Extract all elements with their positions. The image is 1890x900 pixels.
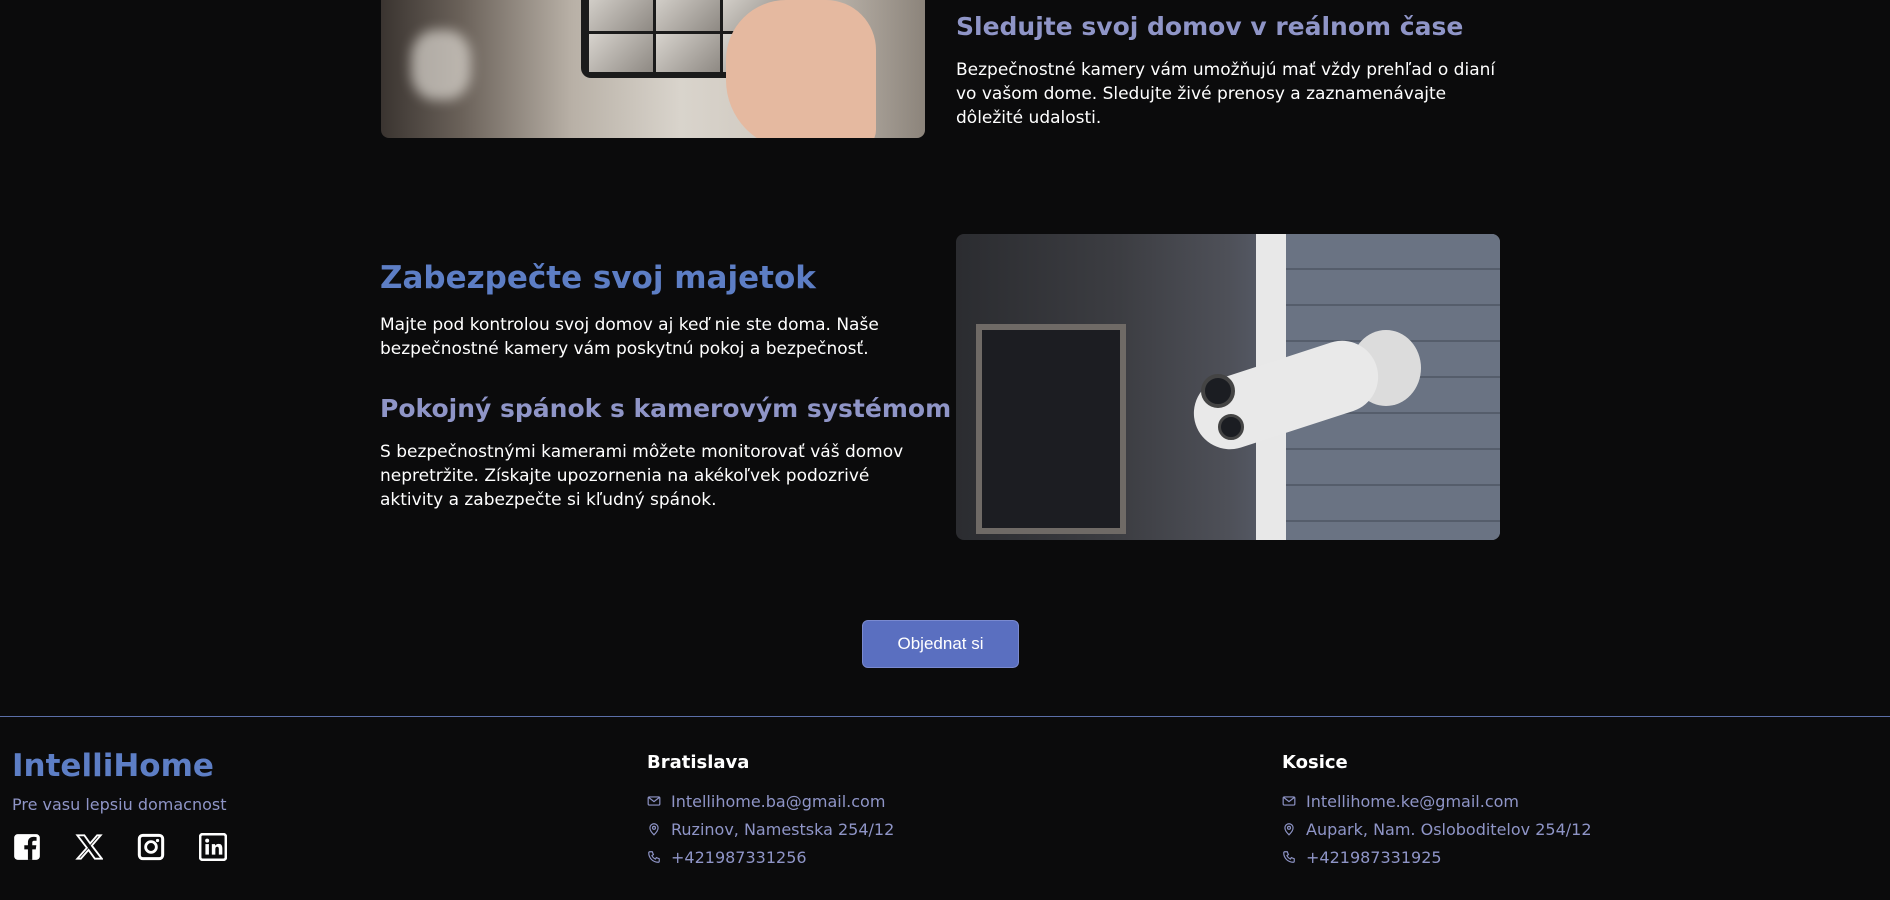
phone-icon (648, 851, 660, 863)
instagram-icon[interactable] (137, 833, 165, 861)
section-live-text: Bezpečnostné kamery vám umožňujú mať vžd… (956, 60, 1496, 128)
office-email[interactable]: Intellihome.ke@gmail.com (1306, 792, 1519, 811)
facebook-icon[interactable] (13, 833, 41, 861)
office-kosice: Kosice Intellihome.ke@gmail.com Aupark, … (1282, 752, 1592, 871)
location-pin-icon (1284, 823, 1294, 836)
phone-icon (1283, 851, 1295, 863)
x-icon[interactable] (75, 833, 103, 861)
social-links (13, 833, 227, 861)
section-secure-title: Zabezpečte svoj majetok (380, 260, 816, 296)
office-address: Aupark, Nam. Osloboditelov 254/12 (1306, 819, 1592, 839)
office-city: Kosice (1282, 752, 1348, 773)
office-bratislava: Bratislava Intellihome.ba@gmail.com Ruzi… (647, 752, 894, 871)
section-sleep-title: Pokojný spánok s kamerovým systémom (380, 394, 952, 423)
linkedin-icon[interactable] (199, 833, 227, 861)
security-camera-image (956, 234, 1500, 540)
section-live-title: Sledujte svoj domov v reálnom čase (956, 12, 1464, 41)
section-secure-text: Majte pod kontrolou svoj domov aj keď ni… (380, 315, 879, 359)
mail-icon (1282, 796, 1296, 806)
office-phone[interactable]: +421987331256 (671, 848, 807, 867)
tablet-monitoring-image (381, 0, 925, 138)
office-city: Bratislava (647, 752, 750, 773)
mail-icon (647, 796, 661, 806)
office-email[interactable]: Intellihome.ba@gmail.com (671, 792, 885, 811)
office-address: Ruzinov, Namestska 254/12 (671, 819, 895, 839)
order-button[interactable]: Objednat si (862, 620, 1019, 668)
footer-tagline: Pre vasu lepsiu domacnost (12, 795, 227, 814)
office-phone[interactable]: +421987331925 (1306, 848, 1442, 867)
footer-brand[interactable]: IntelliHome (12, 748, 214, 784)
location-pin-icon (649, 823, 659, 836)
footer-divider (0, 716, 1890, 717)
section-sleep-text: S bezpečnostnými kamerami môžete monitor… (380, 442, 904, 510)
